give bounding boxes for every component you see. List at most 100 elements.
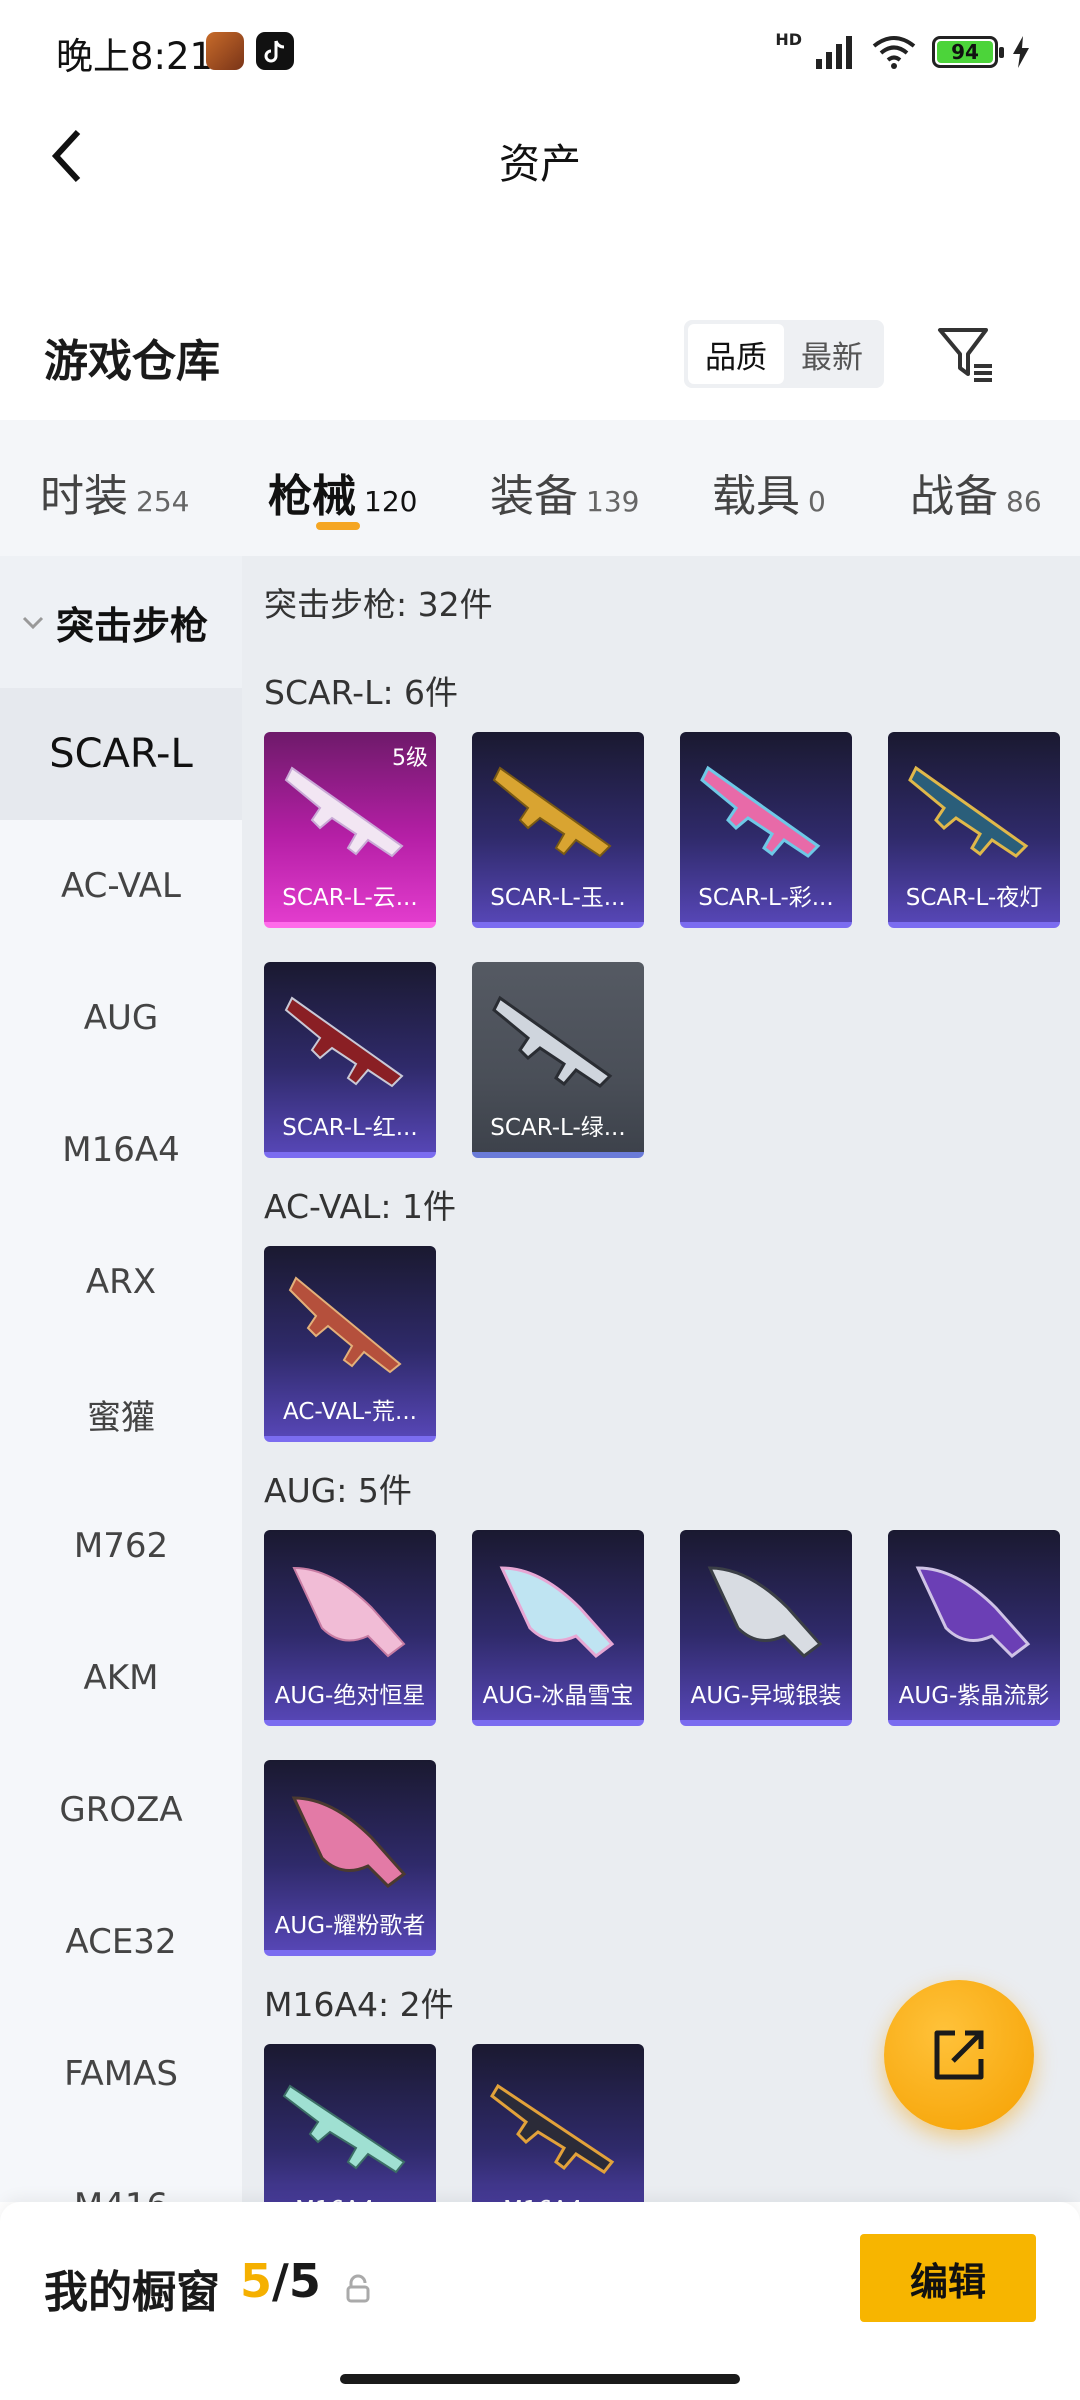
tab-label: 战备: [910, 471, 998, 522]
tiktok-app-icon: [256, 32, 294, 70]
weapon-skin-image: [288, 1276, 402, 1374]
weapon-card[interactable]: AUG-耀粉歌者: [264, 1760, 436, 1956]
tab-label: 时装: [40, 471, 128, 522]
top-bar: 资产: [0, 100, 1080, 212]
weapon-card[interactable]: AUG-绝对恒星: [264, 1530, 436, 1726]
section-header-scar-l: SCAR-L: 6件: [264, 673, 459, 712]
weapon-name: AUG-绝对恒星: [274, 1683, 426, 1709]
chevron-down-icon: [22, 616, 44, 630]
signal-icon: [816, 36, 852, 69]
edit-button[interactable]: 编辑: [860, 2234, 1036, 2322]
lock-icon: [346, 2274, 370, 2303]
tab-count: 86: [1006, 485, 1042, 518]
sidebar-item-arx[interactable]: ARX: [0, 1216, 242, 1348]
weapon-card[interactable]: AUG-冰晶雪宝: [472, 1530, 644, 1726]
sidebar-item-ace32[interactable]: ACE32: [0, 1876, 242, 2008]
share-icon: [934, 2030, 984, 2080]
warehouse-title: 游戏仓库: [44, 336, 220, 387]
weapon-name: M16A4-...: [476, 2190, 640, 2202]
status-time: 晚上8:21: [56, 35, 214, 78]
sidebar-item-groza[interactable]: GROZA: [0, 1744, 242, 1876]
hd-network-label: HD: [775, 30, 802, 49]
weapon-card[interactable]: AUG-异域银装: [680, 1530, 852, 1726]
weapon-card[interactable]: AC-VAL-荒...: [264, 1246, 436, 1442]
tab-count: 0: [808, 485, 826, 518]
filter-button[interactable]: [930, 318, 1000, 388]
sidebar-item-m16a4[interactable]: M16A4: [0, 1084, 242, 1216]
weapon-name: SCAR-L-红...: [282, 1115, 418, 1141]
weapon-skin-image: [282, 2084, 406, 2174]
tab-equipment[interactable]: 装备 139: [490, 460, 639, 524]
showcase-count-current: 5: [240, 2254, 273, 2308]
sidebar-item-akm[interactable]: AKM: [0, 1612, 242, 1744]
sort-quality-button[interactable]: 品质: [688, 324, 784, 384]
weapon-skin-image: [492, 766, 612, 858]
weapon-skin-image: [492, 995, 613, 1088]
home-indicator[interactable]: [340, 2374, 740, 2384]
page-title: 资产: [499, 140, 581, 188]
weapon-card[interactable]: M16A4-...: [264, 2044, 436, 2202]
weapon-name: M16A4-...: [268, 2190, 432, 2202]
weapon-name: SCAR-L-绿...: [490, 1115, 626, 1141]
weapon-card[interactable]: SCAR-L-红...: [264, 962, 436, 1158]
weapon-name: SCAR-L-云...: [282, 885, 418, 911]
showcase-count: 5/5: [240, 2254, 321, 2308]
status-bar: 晚上8:21 HD 94: [0, 0, 1080, 100]
sidebar-item-honey-badger[interactable]: 蜜獾: [0, 1348, 242, 1480]
weapon-skin-image: [915, 1566, 1031, 1658]
weapon-skin-image: [490, 2083, 615, 2174]
tab-supplies[interactable]: 战备 86: [910, 460, 1042, 524]
weapon-name: AUG-紫晶流影: [898, 1683, 1050, 1709]
weapon-card[interactable]: 5级 SCAR-L-云...: [264, 732, 436, 928]
weapon-skin-image: [908, 765, 1029, 858]
battery-icon: 94: [932, 36, 1004, 68]
share-fab-button[interactable]: [884, 1980, 1034, 2130]
weapon-card[interactable]: SCAR-L-玉...: [472, 732, 644, 928]
tab-count: 120: [364, 485, 418, 518]
weapon-skin-image: [284, 996, 404, 1088]
sidebar-item-ac-val[interactable]: AC-VAL: [0, 820, 242, 952]
weapon-card[interactable]: M16A4-...: [472, 2044, 644, 2202]
tab-count: 139: [586, 485, 640, 518]
category-tabs: 时装 254 枪械 120 装备 139 载具 0 战备 86: [0, 420, 1080, 556]
weapon-name: SCAR-L-彩...: [698, 885, 834, 911]
weapon-name: AUG-异域银装: [690, 1683, 842, 1709]
active-tab-indicator: [316, 522, 360, 530]
sidebar-item-aug[interactable]: AUG: [0, 952, 242, 1084]
weapon-name: AC-VAL-荒...: [283, 1399, 417, 1425]
weapon-card[interactable]: SCAR-L-彩...: [680, 732, 852, 928]
weapon-card[interactable]: SCAR-L-夜灯: [888, 732, 1060, 928]
sidebar-group-assault-rifles[interactable]: 突击步枪: [0, 556, 242, 688]
weapon-name: AUG-冰晶雪宝: [482, 1683, 634, 1709]
weapon-card[interactable]: AUG-紫晶流影: [888, 1530, 1060, 1726]
weapon-type-sidebar: 突击步枪 SCAR-L AC-VAL AUG M16A4 ARX 蜜獾 M762…: [0, 556, 242, 2202]
app-root: 晚上8:21 HD 94 资产 游戏仓库 品质 最新 时装 254 枪械 120…: [0, 0, 1080, 2400]
sidebar-item-m762[interactable]: M762: [0, 1480, 242, 1612]
weapon-name: AUG-耀粉歌者: [274, 1913, 426, 1939]
tab-weapons[interactable]: 枪械 120: [268, 460, 417, 524]
showcase-bottom-bar: 我的橱窗 5/5 编辑: [0, 2202, 1080, 2400]
tab-fashion[interactable]: 时装 254: [40, 460, 189, 524]
tab-label: 装备: [490, 471, 578, 522]
weapon-card[interactable]: SCAR-L-绿...: [472, 962, 644, 1158]
status-icons: HD 94: [775, 28, 1030, 76]
weapon-skin-image: [499, 1566, 615, 1658]
weapon-skin-image: [707, 1566, 823, 1658]
showcase-count-total: /5: [272, 2254, 321, 2308]
section-header-m16a4: M16A4: 2件: [264, 1985, 454, 2024]
sidebar-item-famas[interactable]: FAMAS: [0, 2008, 242, 2140]
wifi-icon: [872, 36, 916, 69]
sort-latest-button[interactable]: 最新: [784, 324, 880, 384]
battery-level: 94: [937, 40, 993, 64]
sidebar-item-m416[interactable]: M416: [0, 2140, 242, 2202]
sidebar-item-scar-l[interactable]: SCAR-L: [0, 688, 242, 820]
weapon-name: SCAR-L-夜灯: [905, 885, 1043, 911]
weapon-skin-image: [700, 765, 821, 858]
filter-icon: [938, 328, 992, 382]
section-header-ac-val: AC-VAL: 1件: [264, 1187, 457, 1226]
sidebar-group-label: 突击步枪: [56, 603, 209, 648]
weapon-level: 5级: [392, 746, 428, 771]
tab-count: 254: [136, 485, 190, 518]
sort-toggle: 品质 最新: [684, 320, 884, 388]
tab-vehicles[interactable]: 载具 0: [712, 460, 826, 524]
